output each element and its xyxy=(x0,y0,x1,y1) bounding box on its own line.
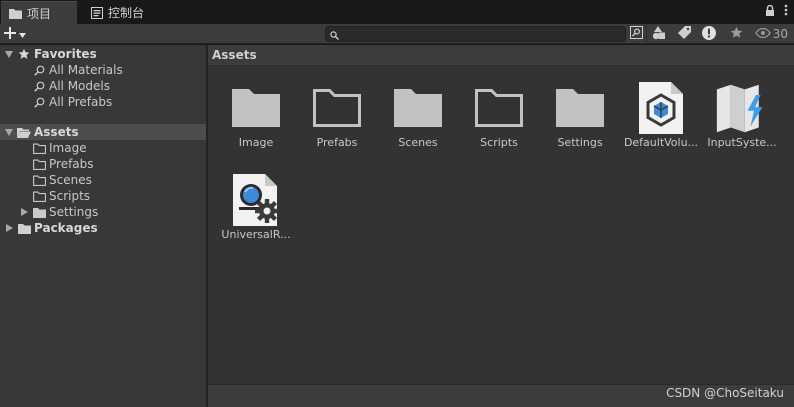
favorites-label: Favorites xyxy=(34,47,97,61)
favorite-item[interactable]: All Prefabs xyxy=(0,94,206,110)
search-icon xyxy=(330,29,339,43)
asset-name: DefaultVolu... xyxy=(623,136,699,149)
asset-item-prefabs[interactable]: Prefabs xyxy=(294,81,374,167)
folder-label: Scenes xyxy=(49,173,92,187)
filter-by-issues-button[interactable] xyxy=(698,25,720,43)
search-window-icon xyxy=(629,26,643,42)
asset-item-scenes[interactable]: Scenes xyxy=(375,81,455,167)
folder-icon xyxy=(553,81,607,135)
star-icon xyxy=(730,26,743,42)
search-icon xyxy=(32,95,46,109)
toolbar-separator xyxy=(646,24,647,44)
expand-arrow-icon[interactable] xyxy=(4,49,14,59)
asset-name: Scripts xyxy=(480,136,518,149)
tree-packages[interactable]: Packages xyxy=(0,220,206,236)
shapes-icon xyxy=(652,25,666,43)
asset-name: Prefabs xyxy=(316,136,358,149)
project-toolbar: 30 xyxy=(0,24,794,44)
chevron-down-icon xyxy=(19,27,26,41)
folder-label: Prefabs xyxy=(49,157,94,171)
create-button[interactable] xyxy=(4,25,34,43)
tag-icon xyxy=(677,26,691,42)
folder-tree-panel: Favorites All Materials All Models All P… xyxy=(0,45,206,407)
tab-bar-controls xyxy=(765,4,788,19)
star-icon xyxy=(17,47,31,61)
folder-icon xyxy=(9,7,22,20)
filter-by-label-button[interactable] xyxy=(673,25,695,43)
asset-name: Settings xyxy=(557,136,603,149)
warning-icon xyxy=(702,25,716,43)
asset-item-volume-profile[interactable]: DefaultVolu... xyxy=(618,81,698,167)
folder-icon xyxy=(32,189,46,203)
tab-console[interactable]: 控制台 xyxy=(82,1,162,24)
expand-arrow-icon[interactable] xyxy=(4,223,14,233)
asset-item-image[interactable]: Image xyxy=(213,81,293,167)
favorite-item-label: All Materials xyxy=(49,63,123,77)
open-folder-icon xyxy=(17,125,31,139)
tree-folder-scenes[interactable]: Scenes xyxy=(0,172,206,188)
tab-console-label: 控制台 xyxy=(108,6,145,20)
asset-item-input-actions[interactable]: InputSyste... xyxy=(699,81,779,167)
hidden-packages-toggle[interactable]: 30 xyxy=(755,26,788,42)
search-field[interactable] xyxy=(325,26,626,42)
search-icon xyxy=(32,63,46,77)
favorites-filter-button[interactable] xyxy=(724,25,748,43)
tree-folder-image[interactable]: Image xyxy=(0,140,206,156)
expand-arrow-icon[interactable] xyxy=(19,207,29,217)
watermark: CSDN @ChoSeitaku xyxy=(666,386,784,400)
folder-icon xyxy=(32,205,46,219)
lock-icon[interactable] xyxy=(765,4,775,19)
tab-bar: 项目 控制台 xyxy=(0,0,794,24)
empty-folder-icon xyxy=(310,81,364,135)
asset-name: UniversalR... xyxy=(221,228,291,241)
folder-icon xyxy=(32,141,46,155)
folder-label: Image xyxy=(49,141,87,155)
render-pipeline-asset-icon xyxy=(229,173,283,227)
favorite-item-label: All Models xyxy=(49,79,110,93)
tree-folder-settings[interactable]: Settings xyxy=(0,204,206,220)
breadcrumb-assets[interactable]: Assets xyxy=(212,48,257,62)
tree-assets[interactable]: Assets xyxy=(0,124,206,140)
filter-by-type-button[interactable] xyxy=(649,25,669,43)
folder-icon xyxy=(32,157,46,171)
folder-icon xyxy=(391,81,445,135)
search-by-type-button[interactable] xyxy=(628,25,644,43)
plus-icon xyxy=(4,26,16,42)
favorite-item[interactable]: All Materials xyxy=(0,62,206,78)
folder-icon xyxy=(17,221,31,235)
empty-folder-icon xyxy=(472,81,526,135)
packages-label: Packages xyxy=(34,221,98,235)
tab-project-label: 项目 xyxy=(27,6,52,21)
asset-name: InputSyste... xyxy=(707,136,777,149)
asset-item-settings[interactable]: Settings xyxy=(537,81,617,167)
asset-name: Image xyxy=(238,136,274,149)
favorite-item-label: All Prefabs xyxy=(49,95,113,109)
folder-icon xyxy=(229,81,283,135)
input-actions-map-icon xyxy=(715,81,769,135)
console-icon xyxy=(90,6,103,19)
search-input[interactable] xyxy=(342,27,622,41)
folder-icon xyxy=(32,173,46,187)
search-icon xyxy=(32,79,46,93)
expand-arrow-icon[interactable] xyxy=(4,127,14,137)
asset-item-render-pipeline[interactable]: UniversalR... xyxy=(213,173,293,259)
asset-name: Scenes xyxy=(398,136,438,149)
breadcrumb: Assets xyxy=(208,45,794,66)
volume-profile-icon xyxy=(634,81,688,135)
tree-favorites[interactable]: Favorites xyxy=(0,46,206,62)
tree-folder-scripts[interactable]: Scripts xyxy=(0,188,206,204)
asset-item-scripts[interactable]: Scripts xyxy=(456,81,536,167)
asset-grid-panel: Assets Image Prefabs Scenes Scripts Sett… xyxy=(208,45,794,407)
folder-label: Scripts xyxy=(49,189,91,203)
favorite-item[interactable]: All Models xyxy=(0,78,206,94)
folder-label: Settings xyxy=(49,205,99,219)
eye-icon xyxy=(755,27,771,41)
tab-project[interactable]: 项目 xyxy=(1,1,77,24)
assets-label: Assets xyxy=(34,125,79,139)
tree-folder-prefabs[interactable]: Prefabs xyxy=(0,156,206,172)
more-menu-icon[interactable] xyxy=(784,4,788,19)
hidden-count-label: 30 xyxy=(772,27,788,41)
